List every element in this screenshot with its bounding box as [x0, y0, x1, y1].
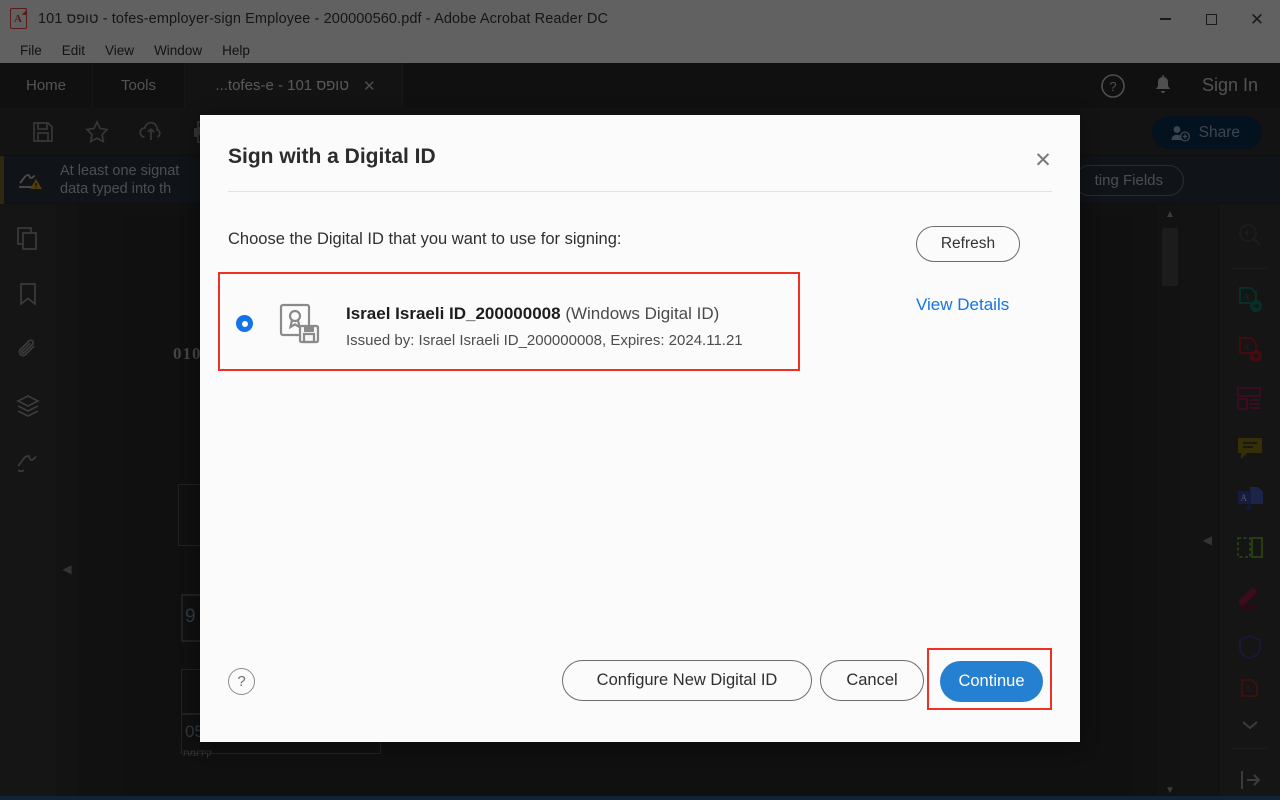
- digital-id-type: (Windows Digital ID): [565, 304, 720, 323]
- digital-id-option-row[interactable]: Israel Israeli ID_200000008 (Windows Dig…: [218, 272, 800, 371]
- digital-id-certificate-icon: [278, 302, 322, 346]
- dialog-divider: [228, 191, 1052, 192]
- configure-new-digital-id-button[interactable]: Configure New Digital ID: [562, 660, 812, 701]
- continue-button[interactable]: Continue: [940, 661, 1043, 702]
- dialog-help-icon[interactable]: ?: [228, 668, 255, 695]
- digital-id-name: Israel Israeli ID_200000008: [346, 304, 561, 323]
- digital-id-issued-line: Issued by: Israel Israeli ID_200000008, …: [346, 332, 743, 349]
- refresh-button[interactable]: Refresh: [916, 226, 1020, 262]
- dialog-title: Sign with a Digital ID: [228, 145, 436, 168]
- cancel-button[interactable]: Cancel: [820, 660, 924, 701]
- application-window: A 101 טופס - tofes-employer-sign Employe…: [0, 0, 1280, 800]
- dialog-close-icon[interactable]: ✕: [1030, 147, 1056, 173]
- continue-button-highlight: Continue: [927, 648, 1052, 710]
- digital-id-name-line: Israel Israeli ID_200000008 (Windows Dig…: [346, 304, 719, 324]
- digital-id-radio[interactable]: [236, 315, 253, 332]
- choose-digital-id-label: Choose the Digital ID that you want to u…: [228, 230, 622, 248]
- sign-with-digital-id-dialog: Sign with a Digital ID ✕ Choose the Digi…: [200, 115, 1080, 742]
- view-details-link[interactable]: View Details: [916, 295, 1009, 315]
